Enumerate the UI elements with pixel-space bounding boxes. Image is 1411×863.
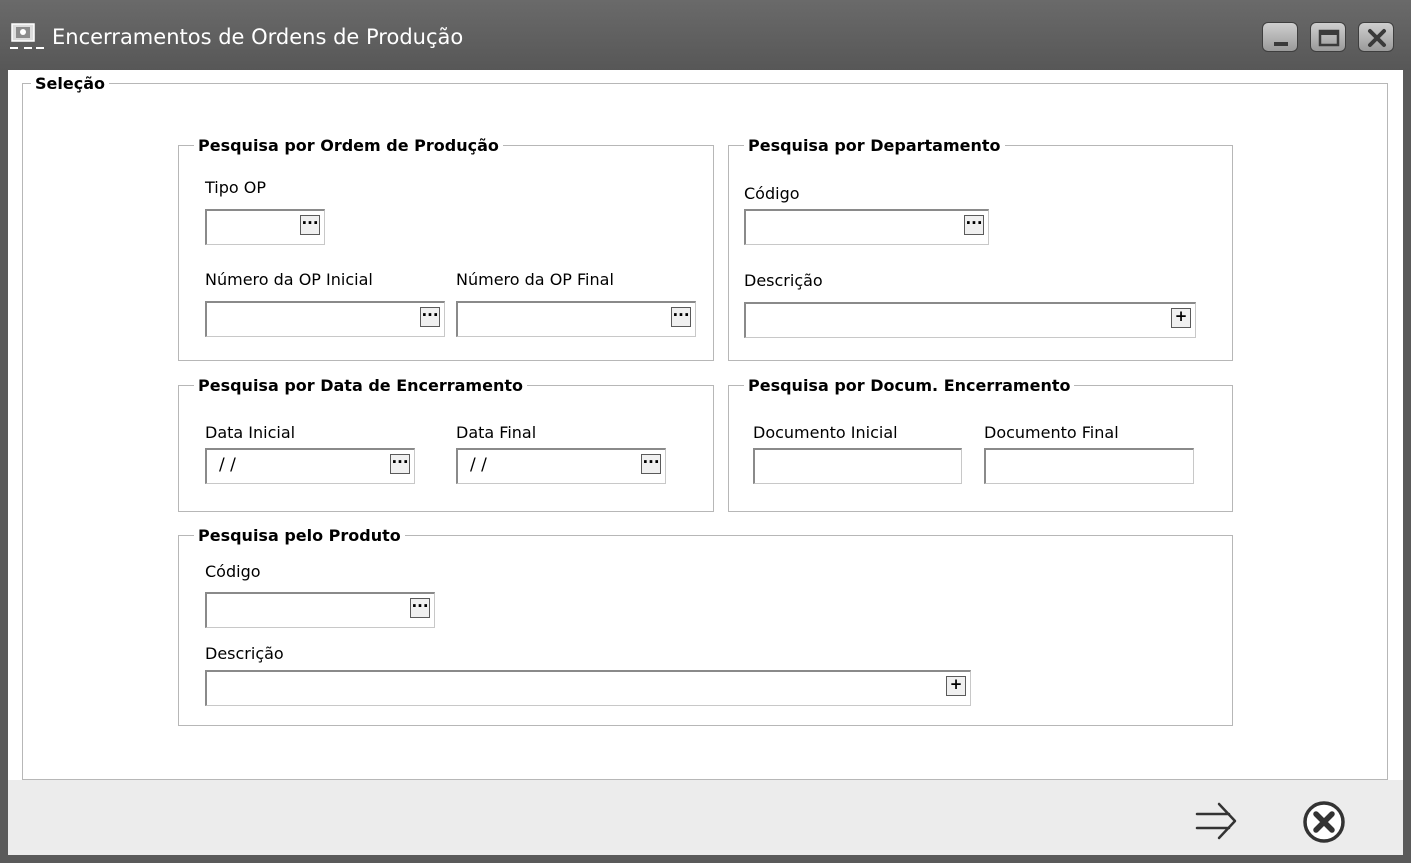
data-inicial-value: / / [219,455,236,475]
data-final-input[interactable]: / / ··· [456,448,666,484]
documento-final-input[interactable] [984,448,1194,484]
departamento-descricao-input[interactable]: + [744,302,1196,338]
close-icon [1368,29,1386,47]
op-inicial-label: Número da OP Inicial [205,270,373,289]
window: Encerramentos de Ordens de Produção Sele… [0,0,1411,863]
data-final-value: / / [470,455,487,475]
minimize-button[interactable] [1262,22,1298,52]
minimize-icon [1274,42,1288,46]
ordem-legend: Pesquisa por Ordem de Produção [198,136,499,155]
produto-legend: Pesquisa pelo Produto [198,526,401,545]
tipo-op-input[interactable]: ··· [205,209,325,245]
op-final-label: Número da OP Final [456,270,614,289]
produto-codigo-label: Código [205,562,261,581]
data-final-label: Data Final [456,423,537,442]
op-inicial-lookup-button[interactable]: ··· [420,307,440,327]
title-bar[interactable]: Encerramentos de Ordens de Produção [0,0,1411,70]
documento-final-label: Documento Final [984,423,1119,442]
departamento-legend: Pesquisa por Departamento [748,136,1001,155]
op-final-input[interactable]: ··· [456,301,696,337]
produto-descricao-input[interactable]: + [205,670,971,706]
departamento-descricao-add-button[interactable]: + [1171,308,1191,328]
produto-codigo-lookup-button[interactable]: ··· [410,598,430,618]
data-inicial-label: Data Inicial [205,423,296,442]
departamento-codigo-label: Código [744,184,800,203]
documento-group: Pesquisa por Docum. Encerramento [728,376,1233,512]
data-encerramento-group: Pesquisa por Data de Encerramento [178,376,714,512]
data-inicial-calendar-button[interactable]: ··· [390,454,410,474]
maximize-button[interactable] [1310,22,1346,52]
departamento-codigo-lookup-button[interactable]: ··· [964,215,984,235]
tipo-op-label: Tipo OP [205,178,266,197]
arrow-right-icon[interactable] [1193,798,1241,846]
tipo-op-lookup-button[interactable]: ··· [300,215,320,235]
client-area: Seleção Pesquisa por Ordem de Produção T… [8,70,1403,855]
close-circle-icon[interactable] [1300,798,1348,846]
op-final-lookup-button[interactable]: ··· [671,307,691,327]
documento-inicial-input[interactable] [753,448,962,484]
app-icon [10,23,44,49]
data-encerramento-legend: Pesquisa por Data de Encerramento [198,376,523,395]
departamento-codigo-input[interactable]: ··· [744,209,989,245]
documento-legend: Pesquisa por Docum. Encerramento [748,376,1071,395]
produto-descricao-label: Descrição [205,644,284,663]
produto-descricao-add-button[interactable]: + [946,676,966,696]
data-final-calendar-button[interactable]: ··· [641,454,661,474]
selecao-legend: Seleção [35,74,105,93]
data-inicial-input[interactable]: / / ··· [205,448,415,484]
op-inicial-input[interactable]: ··· [205,301,445,337]
window-title: Encerramentos de Ordens de Produção [52,25,464,49]
documento-inicial-label: Documento Inicial [753,423,898,442]
departamento-descricao-label: Descrição [744,271,823,290]
maximize-icon [1318,29,1340,47]
produto-codigo-input[interactable]: ··· [205,592,435,628]
footer-bar [8,780,1403,855]
close-button[interactable] [1358,22,1394,52]
